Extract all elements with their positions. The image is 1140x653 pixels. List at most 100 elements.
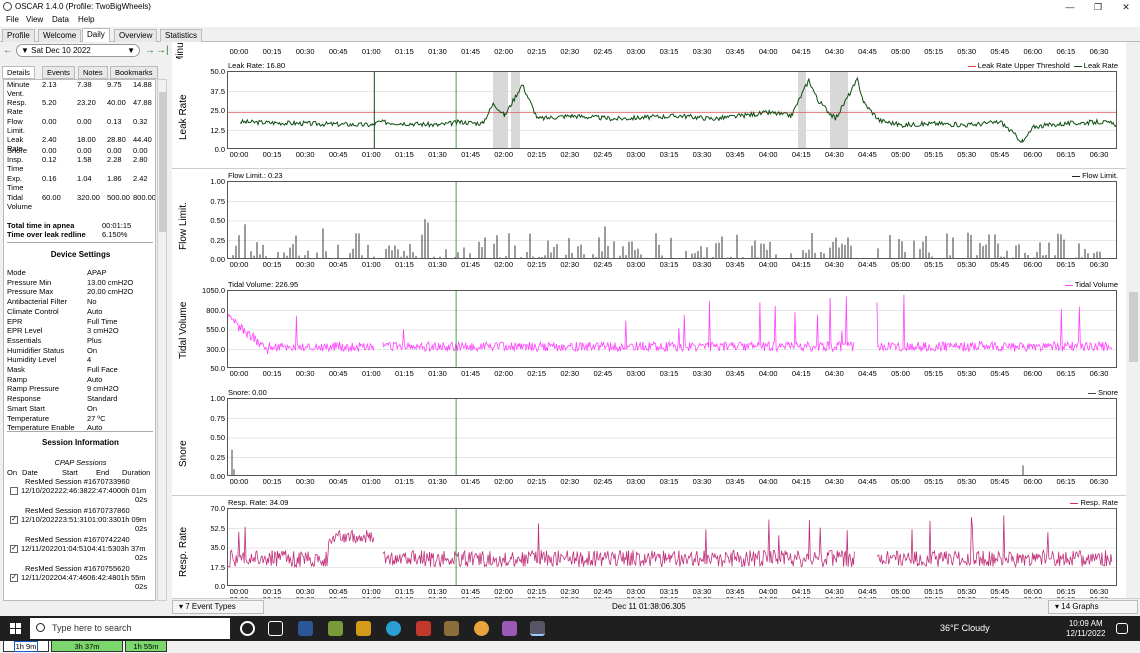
tab-statistics[interactable]: Statistics (160, 29, 203, 42)
time-tick-label: 06:00 (1023, 477, 1043, 486)
chrome-icon[interactable] (474, 621, 489, 636)
snore-ylabel-text: Snore (178, 440, 189, 467)
time-tick-label: 01:00 (361, 47, 381, 56)
time-tick-label: 05:15 (924, 47, 943, 56)
setting-key: Pressure Min (7, 277, 52, 287)
large-leak-region (798, 72, 806, 148)
time-tick-label: 00:15 (262, 47, 282, 56)
session-row[interactable]: ✓ ResMed Session #1670755620 12/11/202204:… (7, 564, 155, 592)
cursor-time: Dec 11 01:38:06.305 (612, 602, 686, 611)
tidal-volume-plot[interactable] (227, 290, 1117, 368)
time-tick-label: 00:30 (295, 260, 315, 269)
time-tick-label: 02:00 (494, 369, 513, 378)
prev-day-arrow-icon[interactable]: ← (3, 45, 13, 56)
taskbar-clock[interactable]: 10:09 AM 12/11/2022 (1066, 619, 1105, 639)
time-tick-label: 05:15 (924, 369, 943, 378)
last-day-arrow-icon[interactable]: →| (156, 45, 169, 56)
minimize-icon[interactable]: — (1056, 0, 1084, 14)
graph-scrollbar[interactable] (1127, 42, 1140, 598)
setting-value: Auto (87, 374, 103, 384)
app-icon-8[interactable] (502, 621, 517, 636)
session-checkbox[interactable] (10, 487, 18, 495)
subtab-bookmarks[interactable]: Bookmarks (110, 66, 158, 79)
stat-value: 2.13 (42, 80, 57, 89)
app-icon-6[interactable] (444, 621, 459, 636)
menu-help[interactable]: Help (78, 15, 94, 24)
session-checkbox-checked[interactable]: ✓ (10, 545, 18, 553)
time-tick-label: 04:45 (858, 477, 877, 486)
tab-profile[interactable]: Profile (2, 29, 35, 42)
time-tick-label: 04:45 (858, 150, 877, 159)
tab-overview[interactable]: Overview (114, 29, 158, 42)
stat-label: Insp. Time (7, 155, 24, 173)
session-name: ResMed Session #1670755620 (25, 564, 130, 573)
menu-data[interactable]: Data (52, 15, 69, 24)
menu-view[interactable]: View (26, 15, 43, 24)
app-icon-5[interactable] (416, 621, 431, 636)
close-icon[interactable]: ✕ (1112, 0, 1140, 14)
time-tick-label: 05:45 (990, 47, 1010, 56)
menu-file[interactable]: File (6, 15, 19, 24)
date-picker[interactable]: ▼ Sat Dec 10 2022 ▼ (16, 44, 140, 57)
file-explorer-icon[interactable] (328, 621, 343, 636)
time-tick-label: 02:15 (527, 369, 547, 378)
time-tick-label: 06:15 (1056, 477, 1076, 486)
graph-area[interactable]: Minu 00:00 00:15 00:30 00:45 01:00 01:15 01:30 0… (172, 42, 1126, 606)
tab-daily[interactable]: Daily (82, 28, 110, 42)
session-checkbox-checked[interactable]: ✓ (10, 574, 18, 582)
session-row[interactable]: ✓ ResMed Session #1670742240 12/11/202201:… (7, 535, 155, 563)
leak-rate-plot[interactable] (227, 71, 1117, 149)
session-row[interactable]: ResMed Session #1670733960 12/10/202222:4… (7, 477, 155, 505)
time-tick-label: 03:45 (725, 47, 745, 56)
scroll-thumb[interactable] (159, 92, 166, 232)
graph-count-label: 14 Graphs (1061, 602, 1099, 611)
app-icon-3[interactable] (356, 621, 371, 636)
flow-limit-plot[interactable] (227, 181, 1117, 259)
graphs-dropdown[interactable]: ▾ 14 Graphs (1048, 600, 1138, 614)
event-types-dropdown[interactable]: ▾ 7 Event Types (172, 600, 264, 614)
time-tick-label: 03:15 (659, 150, 679, 159)
setting-key: Antibacterial Filter (7, 297, 68, 307)
title-bar: OSCAR 1.4.0 (Profile: TwoBigWheels) — ❐ … (0, 0, 1140, 14)
subtab-notes[interactable]: Notes (78, 66, 108, 79)
setting-row: Essentials Plus (7, 336, 155, 346)
time-tick-label: 01:00 (361, 477, 381, 486)
cortana-icon[interactable] (240, 621, 255, 636)
time-tick-label: 01:30 (428, 150, 447, 159)
status-bar: ▾ 7 Event Types Dec 11 01:38:06.305 ▾ 14… (172, 598, 1140, 615)
subtab-events[interactable]: Events (42, 66, 75, 79)
restore-icon[interactable]: ❐ (1084, 0, 1112, 14)
weather-widget[interactable]: 36°F Cloudy (940, 623, 990, 633)
task-view-icon[interactable] (268, 621, 283, 636)
setting-row: EPR Level 3 cmH2O (7, 326, 155, 336)
time-tick-label: 05:45 (990, 150, 1010, 159)
session-checkbox-checked[interactable]: ✓ (10, 516, 18, 524)
edge-icon[interactable] (386, 621, 401, 636)
session-segment-2[interactable]: 3h 37m (51, 640, 123, 652)
legend-swatch (1087, 392, 1096, 394)
time-tick-label: 03:00 (626, 477, 646, 486)
windows-start-icon[interactable] (10, 623, 21, 634)
oscar-taskbar-icon[interactable] (530, 621, 545, 636)
word-icon[interactable] (298, 621, 313, 636)
session-row[interactable]: ✓ ResMed Session #1670737860 12/10/202223:… (7, 506, 155, 534)
session-segment-3[interactable]: 1h 55m (125, 640, 167, 652)
graph-scroll-thumb[interactable] (1129, 292, 1138, 362)
time-tick-label: 04:30 (824, 47, 844, 56)
next-day-arrow-icon[interactable]: → (145, 45, 155, 56)
taskbar-search-input[interactable]: Type here to search (30, 618, 230, 639)
time-tick-label: 06:00 (1023, 150, 1043, 159)
session-seconds: 02s (135, 524, 148, 533)
subtab-details[interactable]: Details (2, 66, 35, 79)
time-tick-label: 04:30 (824, 369, 844, 378)
tab-welcome[interactable]: Welcome (38, 29, 82, 42)
session-segment-1[interactable]: 1h 9m (3, 640, 49, 652)
notifications-icon[interactable] (1116, 623, 1128, 634)
time-tick-label: 01:15 (394, 477, 414, 486)
resp-rate-plot[interactable] (227, 508, 1117, 586)
details-scrollbar[interactable] (157, 79, 167, 601)
time-tick-label: 02:45 (593, 477, 613, 486)
time-tick-label: 02:45 (593, 47, 613, 56)
setting-row: Mask Full Face (7, 365, 155, 375)
snore-plot[interactable] (227, 398, 1117, 476)
